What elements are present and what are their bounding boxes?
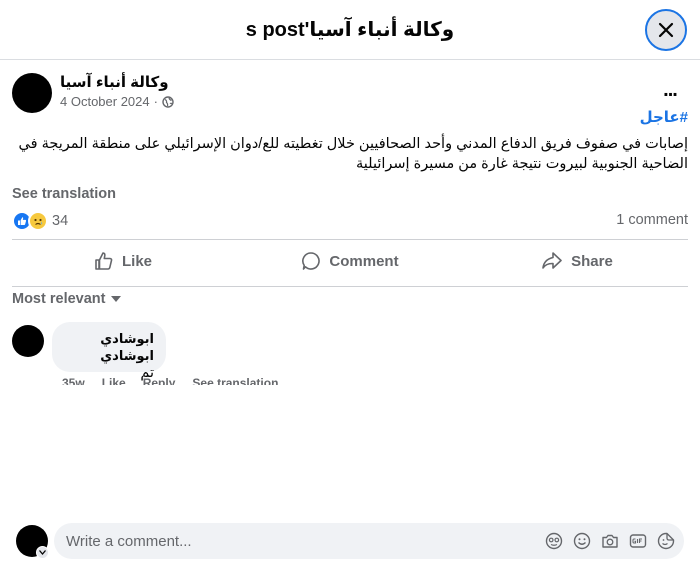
close-button[interactable] [645, 9, 687, 51]
thumbs-up-icon [95, 252, 113, 270]
divider [12, 239, 688, 240]
comment-like-link[interactable]: Like [102, 377, 126, 385]
divider [12, 286, 688, 287]
comment-count[interactable]: 1 comment [616, 212, 688, 228]
more-options-button[interactable]: ... [654, 78, 686, 102]
reaction-count: 34 [52, 213, 69, 229]
camera-icon[interactable] [601, 532, 619, 550]
sort-label: Most relevant [12, 291, 106, 307]
post-date[interactable]: 4 October 2024 [60, 94, 150, 109]
author-avatar[interactable] [12, 73, 52, 113]
share-button[interactable]: Share [466, 243, 688, 279]
like-button[interactable]: Like [12, 243, 234, 279]
comment-translation-link[interactable]: See translation [192, 377, 278, 385]
comment-reply-link[interactable]: Reply [143, 377, 176, 385]
close-icon [658, 22, 674, 38]
comment-actions: 35w Like Reply See translation [62, 377, 278, 385]
share-label: Share [571, 252, 613, 270]
emoji-icon[interactable] [573, 532, 591, 550]
share-icon [542, 252, 562, 269]
comment-sort-dropdown[interactable]: Most relevant [12, 291, 122, 307]
comment-bubble: ابوشادي ابوشادي تم [52, 322, 166, 381]
comment-button[interactable]: Comment [239, 243, 461, 279]
hashtag-link[interactable]: #عاجل [640, 108, 688, 126]
see-translation-link[interactable]: See translation [12, 186, 116, 202]
comment-time[interactable]: 35w [62, 377, 85, 385]
dialog-header: s post'وكالة أنباء آسيا [0, 0, 700, 60]
like-label: Like [121, 252, 152, 270]
avatar-sticker-icon[interactable] [545, 532, 563, 550]
sad-reaction-icon [28, 211, 48, 231]
dialog-title: s post'وكالة أنباء آسيا [245, 19, 455, 41]
post-meta: 4 October 2024 · [60, 94, 174, 109]
sticker-icon[interactable] [657, 532, 675, 550]
chevron-down-icon [111, 296, 122, 302]
composer-tools [545, 532, 675, 550]
comment-label: Comment [329, 252, 399, 270]
globe-icon [162, 95, 174, 108]
comment-author[interactable]: ابوشادي ابوشادي [64, 330, 154, 364]
gif-icon[interactable] [629, 532, 647, 550]
commenter-avatar[interactable] [12, 325, 44, 357]
meta-separator: · [153, 94, 158, 109]
profile-switch-badge[interactable] [36, 546, 49, 559]
post-text: إصابات في صفوف فريق الدفاع المدني وأحد ا… [18, 136, 688, 172]
reaction-summary[interactable]: 34 [12, 211, 68, 231]
comment-icon [302, 252, 321, 270]
author-name[interactable]: وكالة أنباء آسيا [60, 73, 169, 91]
chevron-down-icon [39, 550, 46, 555]
